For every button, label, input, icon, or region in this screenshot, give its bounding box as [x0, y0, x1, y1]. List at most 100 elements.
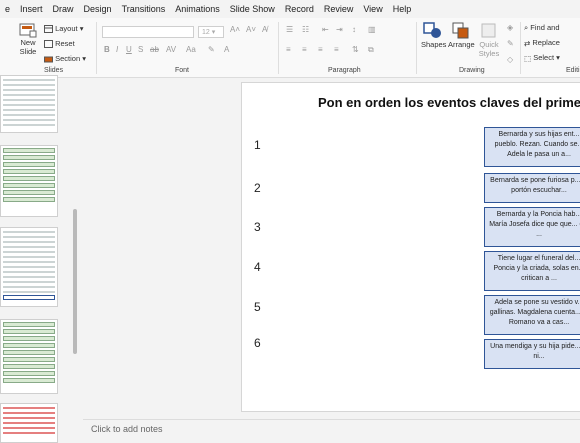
select-label: Select [533, 53, 555, 62]
thumbnail-scrollbar[interactable] [73, 209, 77, 354]
paragraph-group-label: Paragraph [328, 67, 361, 74]
char-spacing-icon[interactable]: AV [166, 45, 176, 54]
increase-font-icon[interactable]: A˄ [230, 25, 240, 34]
ribbon: New Slide Layout ▾ Reset Section ▾ Slide… [0, 18, 580, 78]
strikethrough-icon[interactable]: ab [150, 45, 159, 54]
font-group-label: Font [175, 67, 190, 74]
slide-thumbnail[interactable] [0, 319, 58, 394]
reset-icon [44, 40, 53, 49]
notes-divider [83, 419, 580, 420]
drawing-group-label: Drawing [459, 67, 485, 74]
section-button[interactable]: Section ▾ [44, 54, 86, 63]
search-icon: ⌕ [524, 23, 529, 33]
slide-thumbnails-panel [0, 75, 82, 443]
clear-format-icon[interactable]: A̸ [262, 25, 267, 34]
select-button[interactable]: ⬚ Select ▾ [524, 53, 560, 63]
font-color-icon[interactable]: A [224, 45, 229, 54]
menu-bar: e Insert Draw Design Transitions Animati… [0, 0, 580, 18]
arrange-label: Arrange [448, 40, 475, 49]
notes-placeholder[interactable]: Click to add notes [91, 424, 163, 434]
select-icon: ⬚ [524, 53, 532, 63]
columns-icon[interactable]: ▥ [368, 25, 376, 34]
bold-icon[interactable]: B [104, 45, 110, 54]
ribbon-divider [520, 22, 521, 74]
smartart-icon[interactable]: ⧉ [368, 45, 374, 55]
shapes-icon [423, 22, 441, 38]
quick-styles-icon [481, 23, 496, 38]
section-icon [44, 56, 53, 63]
line-spacing-icon[interactable]: ↕ [352, 25, 356, 34]
tab-review[interactable]: Review [319, 4, 359, 14]
shape-fill-icon[interactable]: ◈ [507, 23, 513, 32]
text-direction-icon[interactable]: ⇅ [352, 45, 359, 54]
tab-design[interactable]: Design [79, 4, 117, 14]
shape-effects-icon[interactable]: ◇ [507, 55, 513, 64]
quick-styles-label-2: Styles [478, 49, 500, 58]
event-box[interactable]: Bernarda y la Poncia hab... María Josefa… [484, 207, 580, 247]
slide-editor: Pon en orden los eventos claves del prim… [83, 79, 580, 435]
tab-home[interactable]: e [0, 4, 15, 14]
replace-button[interactable]: ⇄ Replace [524, 38, 560, 48]
editing-group-label: Editi [566, 67, 580, 74]
align-center-icon[interactable]: ≡ [302, 45, 307, 54]
font-family-box[interactable] [102, 26, 194, 38]
decrease-font-icon[interactable]: A˅ [246, 25, 256, 34]
order-number[interactable]: 4 [254, 260, 274, 274]
shadow-icon[interactable]: S [138, 45, 143, 54]
event-box[interactable]: Bernarda y sus hijas ent... pueblo. Reza… [484, 127, 580, 167]
new-slide-button[interactable]: New Slide [16, 22, 40, 56]
quick-styles-button[interactable]: Quick Styles [477, 22, 501, 58]
new-slide-label: New [20, 38, 36, 47]
find-button[interactable]: ⌕ Find and [524, 23, 559, 33]
layout-icon [44, 25, 53, 34]
slide-thumbnail[interactable] [0, 145, 58, 217]
slide-thumbnail[interactable] [0, 75, 58, 133]
slides-group-label: Slides [44, 67, 64, 74]
event-box[interactable]: Bernarda se pone furiosa p... al portón … [484, 173, 580, 203]
justify-icon[interactable]: ≡ [334, 45, 339, 54]
numbering-icon[interactable]: ☷ [302, 25, 309, 34]
tab-animations[interactable]: Animations [170, 4, 225, 14]
tab-record[interactable]: Record [280, 4, 319, 14]
event-box[interactable]: Tiene lugar el funeral del... Poncia y l… [484, 251, 580, 291]
order-number[interactable]: 3 [254, 220, 274, 234]
order-number[interactable]: 1 [254, 138, 274, 152]
underline-icon[interactable]: U [126, 45, 132, 54]
increase-indent-icon[interactable]: ⇥ [336, 25, 343, 34]
align-right-icon[interactable]: ≡ [318, 45, 323, 54]
slide-canvas[interactable]: Pon en orden los eventos claves del prim… [241, 82, 580, 412]
tab-slide-show[interactable]: Slide Show [225, 4, 280, 14]
shape-outline-icon[interactable]: ✎ [507, 39, 514, 48]
arrange-button[interactable]: Arrange [448, 22, 475, 49]
order-number[interactable]: 2 [254, 181, 274, 195]
tab-view[interactable]: View [358, 4, 387, 14]
shapes-button[interactable]: Shapes [421, 22, 447, 49]
reset-button[interactable]: Reset [44, 39, 75, 49]
ribbon-divider [416, 22, 417, 74]
highlight-icon[interactable]: ✎ [208, 45, 215, 54]
layout-button[interactable]: Layout ▾ [44, 24, 83, 34]
order-number[interactable]: 6 [254, 336, 274, 350]
change-case-icon[interactable]: Aa [186, 45, 196, 54]
tab-help[interactable]: Help [388, 4, 417, 14]
align-left-icon[interactable]: ≡ [286, 45, 291, 54]
slide-thumbnail[interactable] [0, 403, 58, 443]
italic-icon[interactable]: I [116, 45, 118, 54]
slide-thumbnail[interactable] [0, 227, 58, 307]
font-size-box[interactable]: 12 ▾ [198, 26, 224, 38]
tab-draw[interactable]: Draw [48, 4, 79, 14]
tab-insert[interactable]: Insert [15, 4, 48, 14]
font-size-value: 12 [202, 29, 210, 36]
slide-title[interactable]: Pon en orden los eventos claves del prim… [318, 95, 580, 110]
bullets-icon[interactable]: ☰ [286, 25, 293, 34]
tab-transitions[interactable]: Transitions [117, 4, 171, 14]
order-number[interactable]: 5 [254, 300, 274, 314]
quick-styles-label: Quick [479, 40, 499, 49]
shapes-label: Shapes [421, 40, 447, 49]
decrease-indent-icon[interactable]: ⇤ [322, 25, 329, 34]
ribbon-divider [96, 22, 97, 74]
section-label: Section [55, 54, 81, 63]
event-box[interactable]: Una mendiga y su hija pide... la ni... [484, 339, 580, 369]
arrange-icon [452, 22, 469, 39]
event-box[interactable]: Adela se pone su vestido v... gallinas. … [484, 295, 580, 335]
